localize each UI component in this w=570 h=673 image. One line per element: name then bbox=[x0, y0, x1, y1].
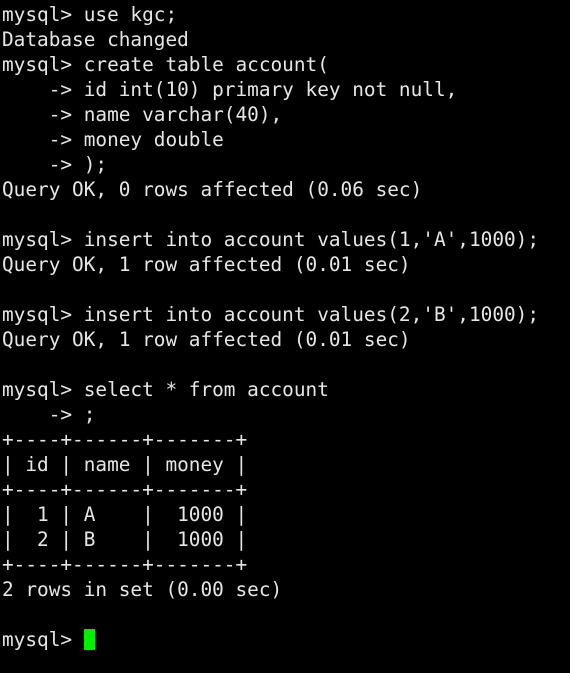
text-cursor[interactable] bbox=[83, 629, 96, 650]
terminal-line: -> ; bbox=[2, 403, 96, 426]
table-header-row: | id | name | money | bbox=[2, 453, 248, 476]
terminal-line: -> ); bbox=[2, 153, 108, 176]
terminal-line: -> id int(10) primary key not null, bbox=[2, 78, 458, 101]
active-prompt-line[interactable]: mysql> bbox=[2, 627, 570, 652]
terminal-line: mysql> use kgc; bbox=[2, 3, 178, 26]
terminal-line: Query OK, 0 rows affected (0.06 sec) bbox=[2, 178, 423, 201]
table-row: | 2 | B | 1000 | bbox=[2, 528, 248, 551]
table-row: | 1 | A | 1000 | bbox=[2, 503, 248, 526]
table-border-mid: +----+------+-------+ bbox=[2, 478, 248, 501]
row-count-status: 2 rows in set (0.00 sec) bbox=[2, 578, 283, 601]
table-border-top: +----+------+-------+ bbox=[2, 428, 248, 451]
terminal-line: mysql> select * from account bbox=[2, 378, 329, 401]
terminal-line: mysql> insert into account values(1,'A',… bbox=[2, 228, 540, 251]
terminal-line: Query OK, 1 row affected (0.01 sec) bbox=[2, 253, 411, 276]
terminal-line: mysql> insert into account values(2,'B',… bbox=[2, 303, 540, 326]
terminal-line: -> name varchar(40), bbox=[2, 103, 283, 126]
terminal-line: Query OK, 1 row affected (0.01 sec) bbox=[2, 328, 411, 351]
terminal-line: Database changed bbox=[2, 28, 189, 51]
prompt-label: mysql> bbox=[2, 628, 84, 651]
terminal-screen[interactable]: mysql> use kgc; Database changed mysql> … bbox=[0, 0, 570, 673]
terminal-line: mysql> create table account( bbox=[2, 53, 329, 76]
table-border-bottom: +----+------+-------+ bbox=[2, 553, 248, 576]
terminal-line: -> money double bbox=[2, 128, 224, 151]
